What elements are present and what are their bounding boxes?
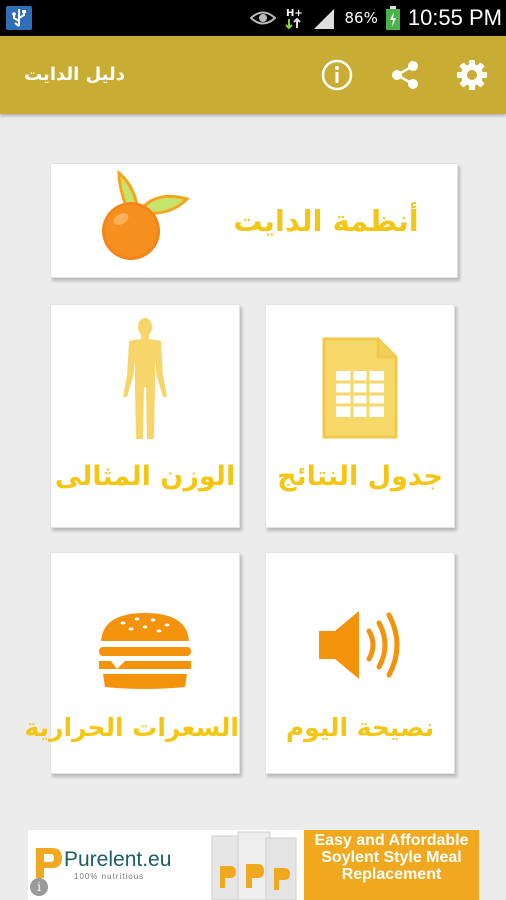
svg-text:H+: H+ — [286, 8, 303, 19]
calories-label: السعرات الحرارية — [24, 713, 240, 742]
ad-tagline: 100% nutritious — [74, 872, 145, 881]
calories-button[interactable]: السعرات الحرارية — [24, 552, 240, 774]
diet-systems-button[interactable]: أنظمة الدايت — [50, 163, 458, 278]
ad-headline: Easy and Affordable Soylent Style Meal R… — [314, 832, 469, 883]
info-icon[interactable] — [320, 58, 354, 92]
app-title: دليل الدايت — [24, 64, 125, 85]
burger-icon — [99, 613, 191, 689]
results-table-button[interactable]: جدول النتائج — [265, 304, 455, 528]
battery-charging-icon — [385, 6, 400, 30]
diet-systems-label: أنظمة الدايت — [233, 204, 419, 238]
app-bar: دليل الدايت — [0, 36, 506, 114]
ad-info-icon[interactable]: i — [30, 878, 48, 896]
ideal-weight-label: الوزن المثالى — [54, 461, 236, 492]
product-packs-image — [211, 831, 297, 900]
ad-headline-panel: Easy and Affordable Soylent Style Meal R… — [304, 830, 479, 900]
ideal-weight-button[interactable]: الوزن المثالى — [50, 304, 240, 528]
orange-fruit-icon — [102, 169, 190, 260]
speaker-sound-icon — [319, 611, 400, 679]
daily-advice-button[interactable]: نصيحة اليوم — [265, 552, 455, 774]
usb-debug-icon — [6, 6, 32, 30]
ad-banner[interactable]: Purelent.eu 100% nutritious Easy and Aff… — [28, 830, 479, 900]
status-clock: 10:55 PM — [407, 5, 502, 30]
purelent-logo-icon — [36, 848, 62, 878]
data-hplus-icon: H+ — [285, 8, 303, 30]
ad-brand: Purelent.eu — [64, 848, 172, 871]
battery-percent: 86% — [344, 9, 378, 27]
results-table-label: جدول النتائج — [277, 461, 443, 492]
share-icon[interactable] — [388, 58, 422, 92]
settings-gear-icon[interactable] — [455, 58, 489, 92]
eye-icon — [250, 11, 277, 25]
human-body-icon — [123, 318, 167, 439]
signal-icon — [314, 9, 335, 29]
spreadsheet-document-icon — [322, 337, 398, 439]
daily-advice-label: نصيحة اليوم — [285, 713, 435, 742]
status-bar: H+ 86% 10:55 PM — [0, 0, 506, 36]
